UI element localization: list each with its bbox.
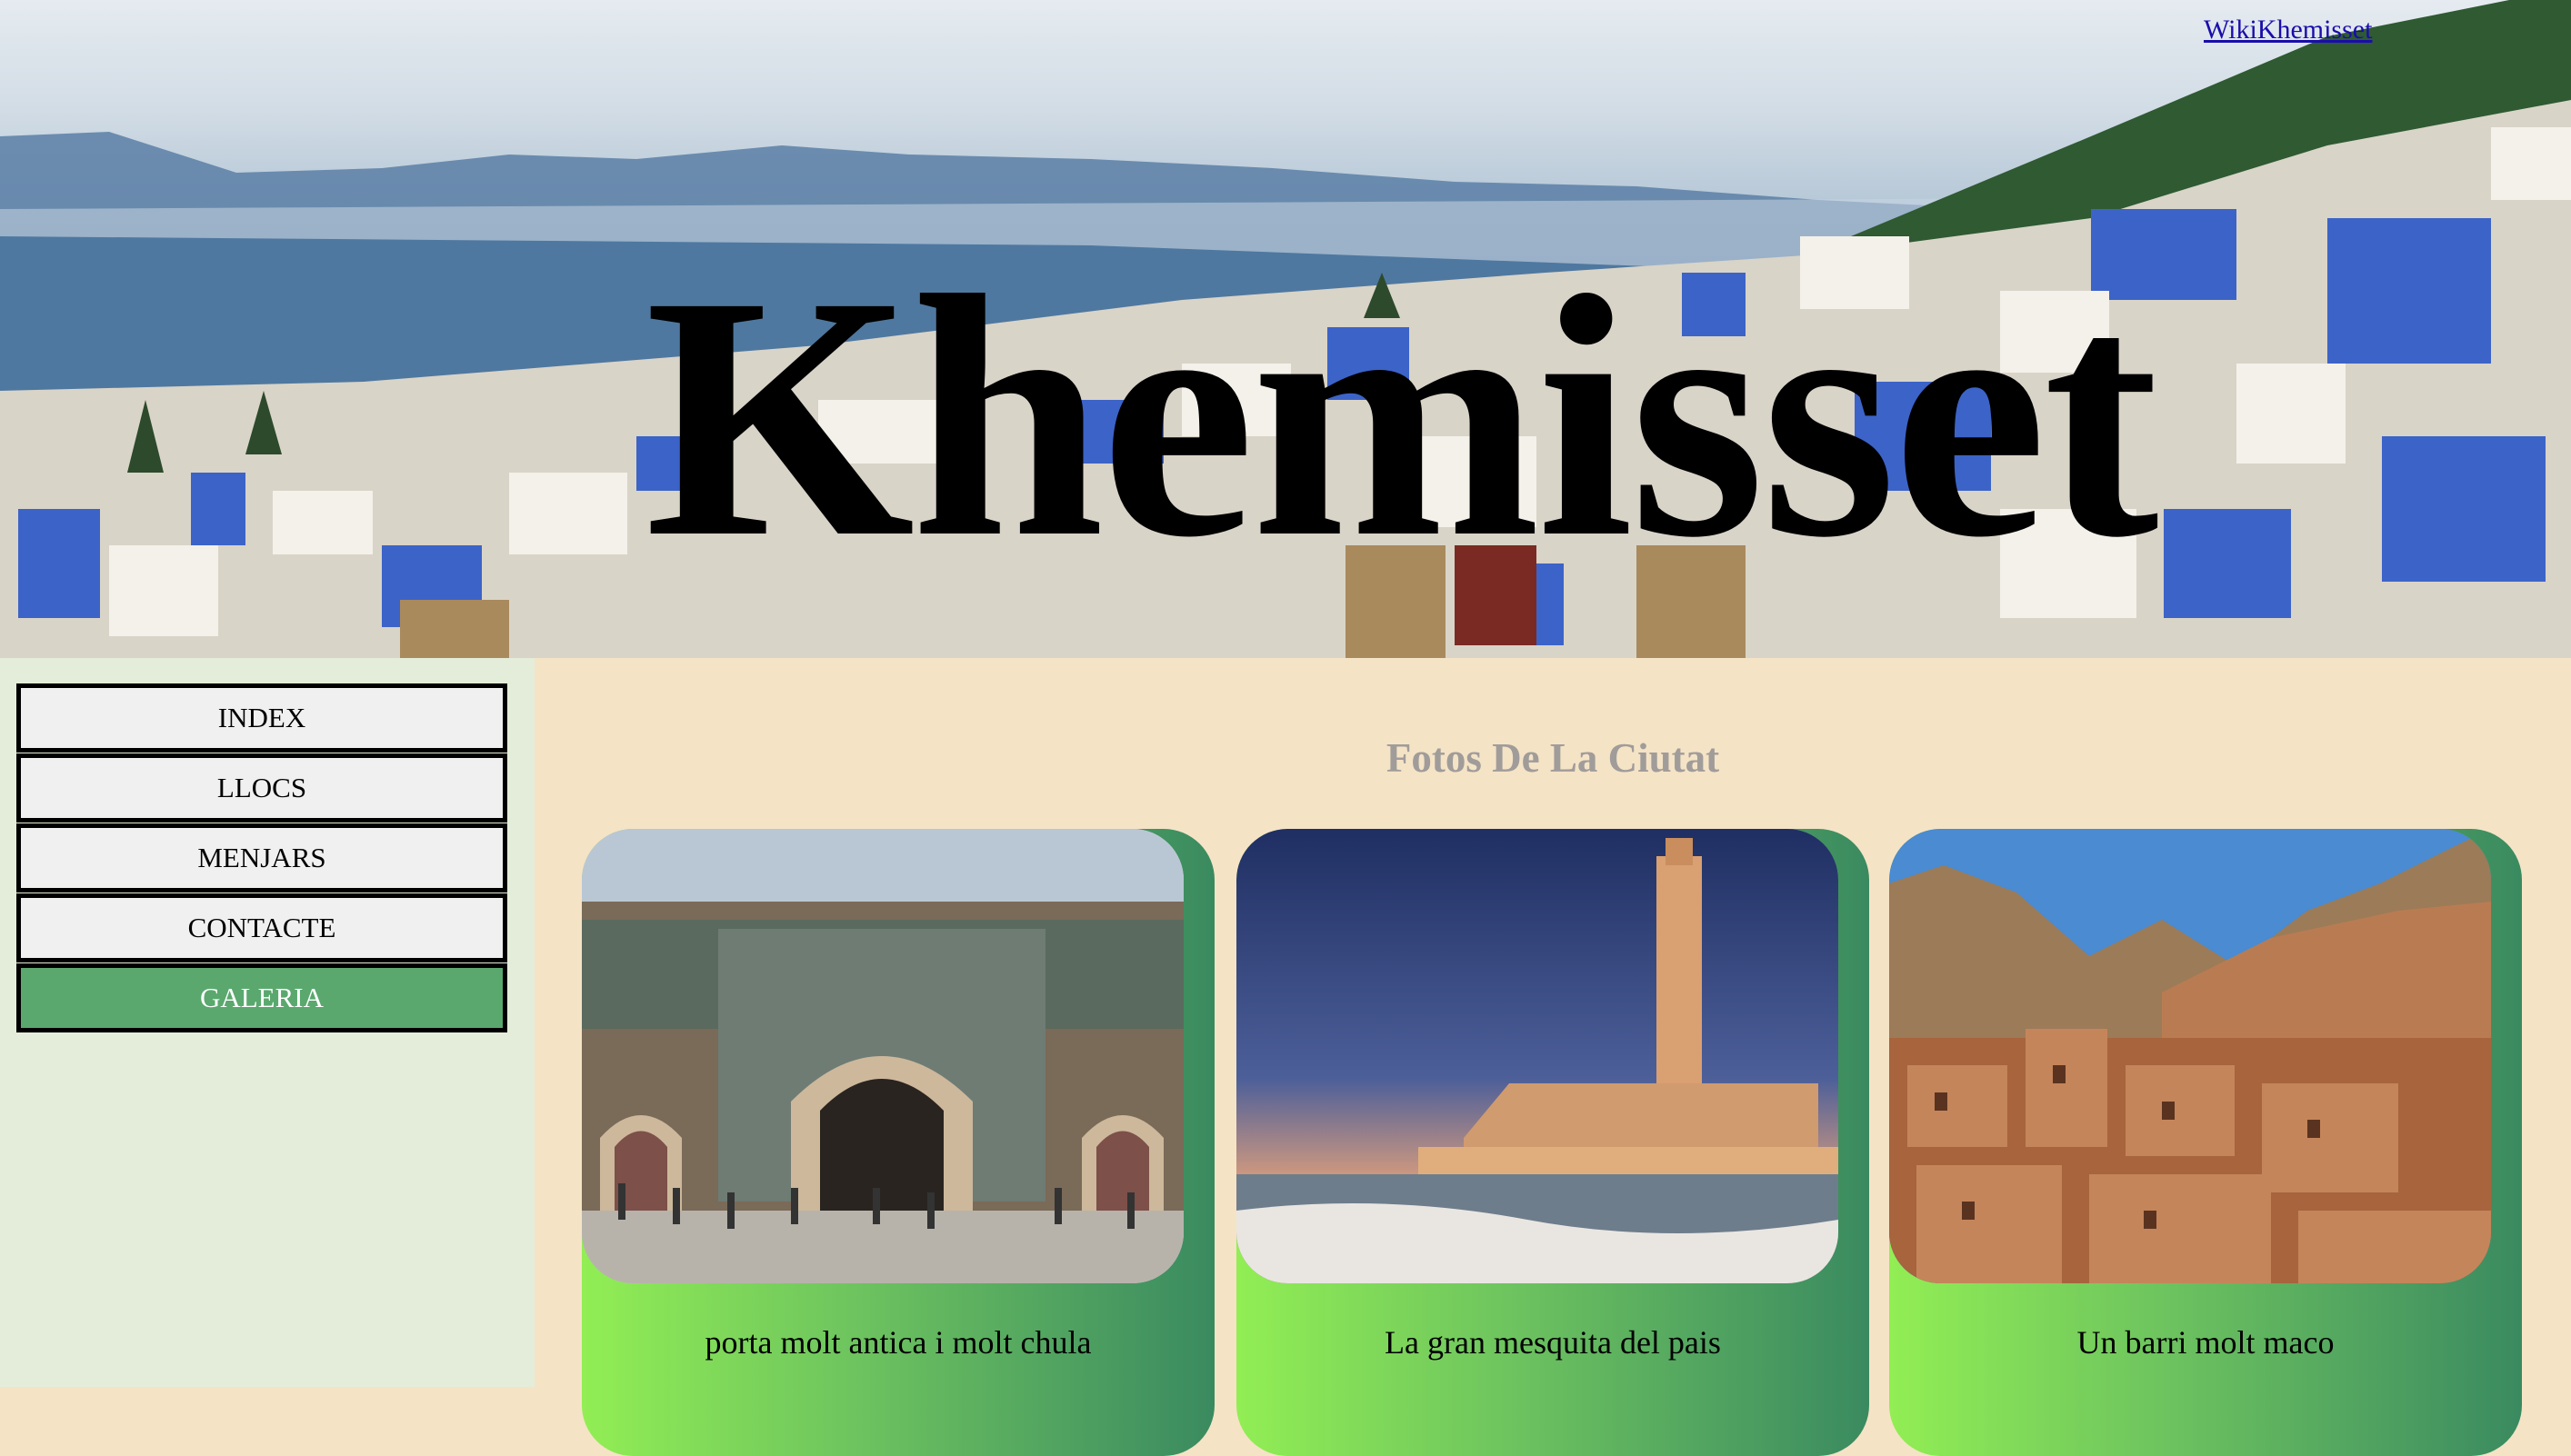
header-banner: Khemisset WikiKhemisset	[0, 0, 2571, 658]
nav-item-menjars[interactable]: MENJARS	[16, 823, 507, 893]
village-illustration	[1889, 829, 2491, 1283]
gallery-title: Fotos De La Ciutat	[1386, 735, 1720, 781]
card-caption: La gran mesquita del pais	[1385, 1324, 1721, 1361]
gate-illustration	[582, 829, 1184, 1283]
nav-menu: INDEX LLOCS MENJARS CONTACTE GALERIA	[16, 683, 507, 1033]
gallery-card[interactable]: La gran mesquita del pais	[1236, 829, 1869, 1456]
gate-photo[interactable]	[582, 829, 1184, 1283]
card-caption: porta molt antica i molt chula	[705, 1324, 1092, 1361]
gallery-card[interactable]: Un barri molt maco	[1889, 829, 2522, 1456]
sidebar: INDEX LLOCS MENJARS CONTACTE GALERIA	[0, 658, 535, 1387]
nav-item-index[interactable]: INDEX	[16, 683, 507, 753]
nav-item-contacte[interactable]: CONTACTE	[16, 893, 507, 962]
wiki-link[interactable]: WikiKhemisset	[2204, 15, 2372, 45]
mosque-photo[interactable]	[1236, 829, 1838, 1283]
nav-item-llocs[interactable]: LLOCS	[16, 753, 507, 823]
mosque-illustration	[1236, 829, 1838, 1283]
gallery-card[interactable]: porta molt antica i molt chula	[582, 829, 1215, 1456]
main-content: Fotos De La Ciutat porta molt antica i m…	[535, 658, 2571, 1456]
site-title: Khemisset	[645, 224, 2159, 609]
nav-item-galeria[interactable]: GALERIA	[16, 963, 507, 1032]
card-caption: Un barri molt maco	[2076, 1324, 2335, 1361]
village-photo[interactable]	[1889, 829, 2491, 1283]
